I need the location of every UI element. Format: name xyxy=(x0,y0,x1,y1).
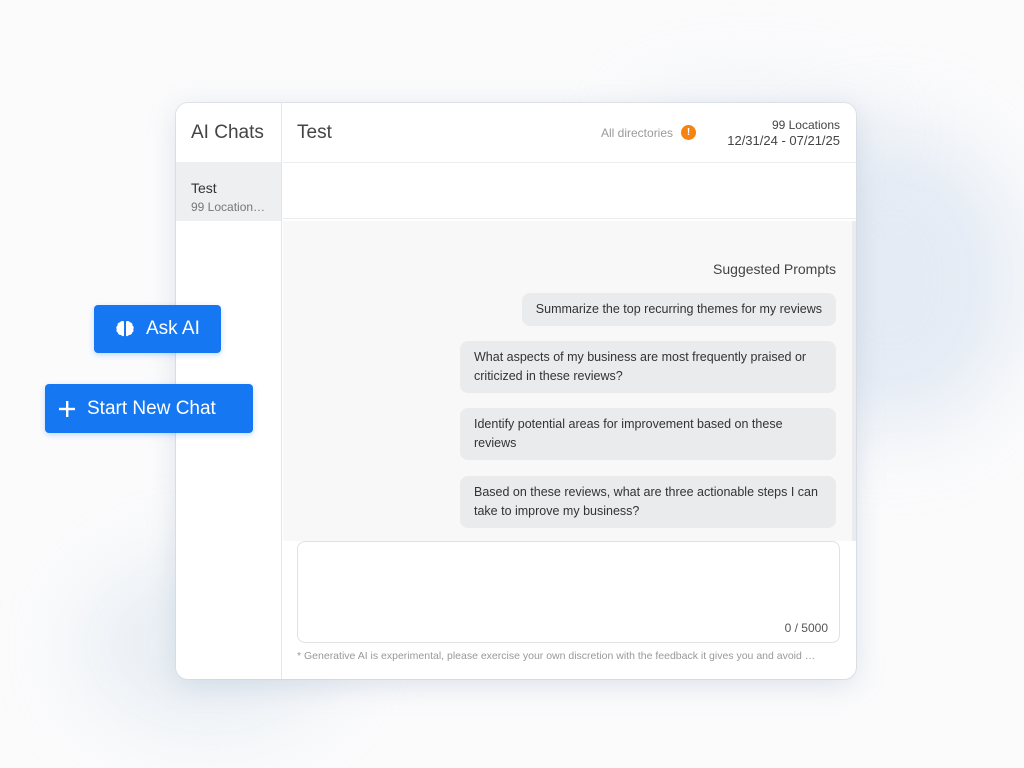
chat-header: Test All directories ! 99 Locations 12/3… xyxy=(283,103,856,163)
chat-title: Test xyxy=(297,122,332,143)
chat-list-item-test[interactable]: Test 99 Location… xyxy=(176,163,281,221)
ai-disclaimer: * Generative AI is experimental, please … xyxy=(297,650,816,662)
brain-icon xyxy=(114,318,136,340)
suggested-prompt[interactable]: Identify potential areas for improvement… xyxy=(460,408,836,460)
suggested-prompt[interactable]: Summarize the top recurring themes for m… xyxy=(521,293,836,326)
chat-meta: 99 Locations 12/31/24 - 07/21/25 xyxy=(727,117,840,149)
chat-item-title: Test xyxy=(191,180,217,196)
suggested-prompt[interactable]: Based on these reviews, what are three a… xyxy=(460,476,836,528)
directories-filter[interactable]: All directories ! xyxy=(601,125,697,140)
locations-count: 99 Locations xyxy=(771,118,840,132)
chat-main: Test All directories ! 99 Locations 12/3… xyxy=(283,103,856,679)
warning-icon: ! xyxy=(681,125,697,140)
directories-label: All directories xyxy=(601,125,674,140)
ai-chat-window: AI Chats Test 99 Location… Test All dire… xyxy=(176,103,856,679)
message-input[interactable]: 0 / 5000 xyxy=(297,541,840,643)
start-new-chat-label: Start New Chat xyxy=(87,397,216,419)
sidebar-title: AI Chats xyxy=(176,103,281,163)
start-new-chat-button[interactable]: Start New Chat xyxy=(45,384,253,433)
ask-ai-button[interactable]: Ask AI xyxy=(94,305,221,353)
suggested-prompt[interactable]: What aspects of my business are most fre… xyxy=(460,341,836,393)
ask-ai-label: Ask AI xyxy=(146,318,200,339)
chat-item-subtitle: 99 Location… xyxy=(191,200,266,214)
suggested-prompts-title: Suggested Prompts xyxy=(713,261,836,277)
header-strip xyxy=(283,163,856,219)
plus-icon xyxy=(57,399,77,419)
date-range: 12/31/24 - 07/21/25 xyxy=(727,133,840,148)
chat-messages-area: Suggested Prompts Summarize the top recu… xyxy=(283,221,856,541)
character-counter: 0 / 5000 xyxy=(784,621,828,635)
